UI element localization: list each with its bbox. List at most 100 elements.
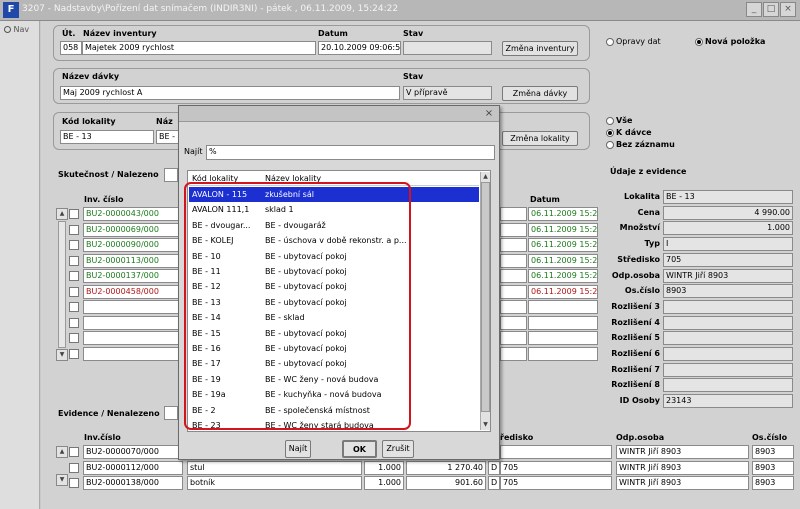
table-row-cell[interactable] (500, 331, 527, 345)
table-row-datum[interactable]: 06.11.2009 15:27 (528, 269, 598, 283)
table-row-cell[interactable] (500, 269, 527, 283)
dialog-find-button[interactable]: Najít (285, 440, 311, 458)
inventory-name-field[interactable]: Majetek 2009 rychlost (82, 41, 316, 55)
scroll-down-icon[interactable]: ▼ (56, 349, 68, 361)
table-row-type[interactable]: D (488, 460, 500, 475)
list-item[interactable]: BE - 11 BE - ubytovací pokoj (189, 264, 479, 279)
maximize-button[interactable]: □ (763, 2, 779, 17)
table-row-inv[interactable]: BU2-0000138/000 (83, 476, 183, 490)
list-item[interactable]: BE - dvougar... BE - dvougaráž (189, 218, 479, 233)
detail-value[interactable]: 705 (663, 252, 793, 267)
row-checkbox[interactable] (69, 240, 79, 250)
table-row-inv[interactable]: BU2-0000458/000 (83, 284, 183, 299)
table-row-os[interactable]: 8903 (752, 476, 794, 490)
table-row-datum[interactable] (528, 300, 598, 314)
table-row-inv[interactable] (83, 346, 183, 361)
table-row-datum[interactable]: 06.11.2009 15:27 (528, 207, 598, 221)
table-row-inv[interactable] (83, 315, 183, 330)
close-button[interactable]: × (780, 2, 796, 17)
scroll-up-icon[interactable]: ▲ (56, 208, 68, 220)
detail-value[interactable]: I (663, 237, 793, 252)
table-row-inv[interactable]: BU2-0000112/000 (83, 460, 183, 475)
table-row-datum[interactable] (528, 315, 598, 330)
list-item[interactable]: BE - 2 BE - společenská místnost (189, 403, 479, 418)
batch-state-field[interactable]: V přípravě (403, 86, 492, 100)
table-row-inv[interactable]: BU2-0000043/000 (83, 207, 183, 221)
scroll-thumb[interactable] (481, 182, 490, 412)
scroll-up-icon[interactable]: ▲ (481, 172, 490, 181)
table-row-odp[interactable]: WINTR Jiří 8903 (616, 476, 749, 490)
table-row-os[interactable]: 8903 (752, 460, 794, 475)
detail-value[interactable]: 23143 (663, 394, 793, 409)
detail-value[interactable] (663, 347, 793, 361)
row-checkbox[interactable] (69, 317, 79, 328)
table-row-cell[interactable] (500, 284, 527, 299)
table-row-qty[interactable]: 1.000 (364, 460, 404, 475)
row-checkbox[interactable] (69, 447, 79, 457)
ut-field[interactable]: 058 (60, 41, 82, 55)
list-item[interactable]: BE - 17 BE - ubytovací pokoj (189, 356, 479, 371)
batch-name-field[interactable]: Maj 2009 rychlost A (60, 86, 400, 100)
list-item[interactable]: BE - 19 BE - WC ženy - nová budova (189, 372, 479, 387)
table-row-cell[interactable] (500, 207, 527, 221)
radio-nova-polozka[interactable]: Nová položka (695, 37, 765, 46)
radio-opravy-dat[interactable]: Opravy dat (606, 37, 661, 46)
table-row-stredisko[interactable] (500, 445, 612, 459)
minimize-button[interactable]: _ (746, 2, 762, 17)
table-row-name[interactable]: stul (187, 460, 362, 475)
list-item[interactable]: BE - 15 BE - ubytovací pokoj (189, 326, 479, 341)
actual-scrollbar[interactable] (58, 221, 66, 348)
list-item[interactable]: BE - 16 BE - ubytovací pokoj (189, 341, 479, 356)
list-item[interactable]: BE - 12 BE - ubytovací pokoj (189, 279, 479, 294)
scroll-down-icon[interactable]: ▼ (481, 420, 490, 429)
table-row-stredisko[interactable]: 705 (500, 460, 612, 475)
table-row-cell[interactable] (500, 300, 527, 314)
table-row-cell[interactable] (500, 253, 527, 268)
row-checkbox[interactable] (69, 209, 79, 219)
row-checkbox[interactable] (69, 224, 79, 235)
list-item[interactable]: BE - KOLEJ BE - úschova v době rekonstr. … (189, 233, 479, 248)
detail-value[interactable]: WINTR Jiří 8903 (663, 268, 793, 283)
table-row-cell[interactable] (500, 238, 527, 252)
detail-value[interactable] (663, 378, 793, 393)
row-checkbox[interactable] (69, 302, 79, 312)
table-row-inv[interactable]: BU2-0000090/000 (83, 238, 183, 252)
list-item[interactable]: AVALON - 115 zkušební sál (189, 187, 479, 202)
nav-button[interactable]: Nav (4, 25, 29, 34)
table-row-datum[interactable]: 06.11.2009 15:27 (528, 284, 598, 299)
table-row-inv[interactable]: BU2-0000069/000 (83, 222, 183, 237)
radio-vse[interactable]: Vše (606, 116, 632, 125)
evidence-filter-field[interactable] (164, 406, 178, 420)
dialog-close-icon[interactable]: × (483, 108, 495, 120)
table-row-qty[interactable]: 1.000 (364, 476, 404, 490)
list-item[interactable]: BE - 10 BE - ubytovací pokoj (189, 249, 479, 264)
list-item[interactable]: AVALON 111,1 sklad 1 (189, 202, 479, 217)
dialog-cancel-button[interactable]: Zrušit (382, 440, 414, 458)
detail-value[interactable] (663, 315, 793, 330)
dialog-ok-button[interactable]: OK (342, 440, 377, 458)
row-checkbox[interactable] (69, 333, 79, 343)
change-location-button[interactable]: Změna lokality (502, 131, 578, 146)
table-row-inv[interactable]: BU2-0000070/000 (83, 445, 183, 459)
dialog-find-input[interactable]: % (206, 145, 495, 160)
list-item[interactable]: BE - 23 BE - WC ženy stará budova (189, 418, 479, 433)
detail-value[interactable]: 8903 (663, 284, 793, 299)
row-checkbox[interactable] (69, 271, 79, 281)
table-row-datum[interactable]: 06.11.2009 15:27 (528, 222, 598, 237)
detail-value[interactable]: 1.000 (663, 221, 793, 236)
list-item[interactable]: BE - 19a BE - kuchyňka - nová budova (189, 387, 479, 402)
row-checkbox[interactable] (69, 462, 79, 473)
inventory-state-field[interactable] (403, 41, 492, 55)
detail-value[interactable] (663, 299, 793, 314)
radio-k-davce[interactable]: K dávce (606, 128, 652, 137)
row-checkbox[interactable] (69, 286, 79, 297)
table-row-cell[interactable] (500, 222, 527, 237)
list-item[interactable]: BE - 13 BE - ubytovací pokoj (189, 295, 479, 310)
table-row-price[interactable]: 901.60 (406, 476, 486, 490)
table-row-datum[interactable]: 06.11.2009 15:27 (528, 238, 598, 252)
table-row-type[interactable]: D (488, 476, 500, 490)
change-inventory-button[interactable]: Změna inventury (502, 41, 578, 56)
detail-value[interactable] (663, 331, 793, 346)
table-row-datum[interactable] (528, 346, 598, 361)
table-row-cell[interactable] (500, 315, 527, 330)
